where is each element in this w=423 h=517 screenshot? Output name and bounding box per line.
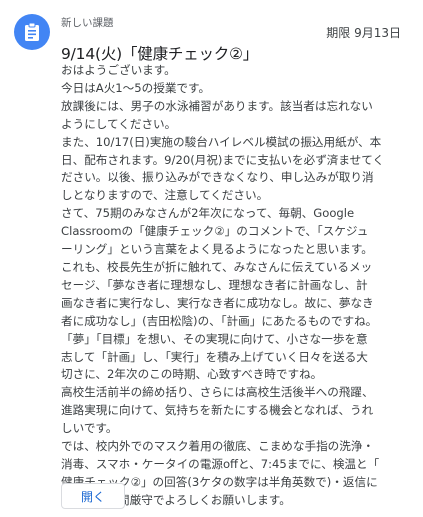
notification-type-label: 新しい課題 [61, 17, 114, 29]
assignment-clipboard-icon [14, 14, 50, 50]
assignment-notification-card: 新しい課題 期限 9月13日 9/14(火)「健康チェック②」 おはようございま… [0, 0, 423, 517]
assignment-title: 9/14(火)「健康チェック②」 [61, 45, 259, 63]
open-button[interactable]: 開く [61, 483, 125, 509]
due-date-label: 期限 9月13日 [326, 26, 401, 40]
assignment-body-text: おはようございます。 今日はA火1〜5の授業です。 放課後には、男子の水泳補習が… [61, 63, 385, 507]
